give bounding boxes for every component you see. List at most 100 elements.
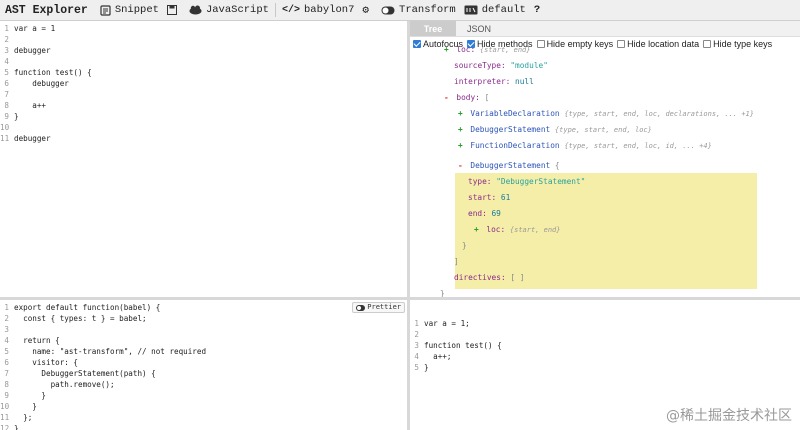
node-key: interpreter:	[454, 77, 511, 86]
code-line: 2 const { types: t } = babel;	[0, 313, 407, 324]
line-text: }	[14, 402, 37, 411]
node-bracket: }	[462, 241, 467, 250]
tree-node[interactable]: directives: [ ]	[454, 271, 524, 285]
transform-editor[interactable]: Prettier 1 export default function(babel)…	[0, 300, 407, 430]
line-text: var a = 1	[14, 24, 56, 33]
save-button[interactable]	[163, 0, 185, 21]
help-button[interactable]: ?	[530, 0, 544, 21]
line-number: 8	[4, 101, 9, 110]
expand-toggle[interactable]: +	[458, 109, 463, 118]
transformer-label: default	[481, 4, 526, 16]
line-number: 7	[4, 369, 9, 378]
code-line: 7 DebuggerStatement(path) {	[0, 368, 407, 379]
tree-node[interactable]: sourceType: "module"	[454, 59, 548, 73]
gear-icon: ⚙	[362, 5, 370, 17]
line-text: export default function(babel) {	[14, 303, 161, 312]
transform-toggle[interactable]: Transform	[377, 0, 460, 21]
expand-toggle[interactable]: -	[444, 93, 449, 102]
code-line: 2	[0, 34, 407, 45]
tree-node[interactable]: + FunctionDeclaration {type, start, end,…	[458, 139, 712, 153]
line-number: 1	[414, 319, 419, 328]
transformer-icon	[464, 5, 478, 15]
watermark: @稀土掘金技术社区	[666, 408, 792, 424]
toggle-icon	[356, 304, 366, 311]
snippet-menu[interactable]: Snippet	[96, 0, 163, 21]
checkbox[interactable]	[413, 40, 421, 48]
tree-node[interactable]: + DebuggerStatement {type, start, end, l…	[458, 123, 652, 137]
checkbox[interactable]	[703, 40, 712, 48]
parser-select[interactable]: </> babylon7	[278, 0, 358, 21]
node-bracket: {	[554, 161, 560, 170]
line-number: 6	[4, 358, 9, 367]
code-line: 5}	[410, 362, 800, 373]
tree-node[interactable]: + loc: {start, end}	[474, 223, 560, 237]
save-icon	[166, 5, 177, 15]
language-select[interactable]: JavaScript	[185, 0, 273, 21]
checkbox[interactable]	[617, 40, 626, 48]
source-editor[interactable]: 1 var a = 1 2 3 debugger 4 5 function test() {6…	[0, 21, 407, 297]
tree-node[interactable]: + VariableDeclaration {type, start, end,…	[458, 107, 754, 121]
tree-node[interactable]: end: 69	[468, 207, 501, 221]
tree-node[interactable]: - DebuggerStatement {	[458, 159, 560, 173]
option-label: Hide type keys	[713, 39, 773, 49]
toggle-icon	[381, 6, 395, 15]
tree-node[interactable]: type: "DebuggerStatement"	[468, 175, 585, 189]
expand-toggle[interactable]: +	[458, 141, 463, 150]
line-text: debugger	[14, 79, 69, 88]
tree-node[interactable]: interpreter: null	[454, 75, 534, 89]
line-text: debugger	[14, 134, 51, 143]
code-line: 10	[0, 122, 407, 133]
node-type: DebuggerStatement	[470, 161, 551, 170]
node-key: loc:	[486, 225, 506, 234]
code-line: 11 debugger	[0, 133, 407, 144]
node-summary: {type, start, end, loc, id, ... +4}	[564, 142, 712, 150]
parser-settings-button[interactable]: ⚙	[358, 0, 377, 21]
prettier-label: Prettier	[367, 303, 401, 311]
tree-node[interactable]: - body: [	[444, 91, 489, 105]
expand-toggle[interactable]: +	[474, 225, 479, 234]
line-text: }	[14, 391, 47, 400]
tree-node[interactable]: start: 61	[468, 191, 510, 205]
line-number: 7	[4, 90, 9, 99]
snippet-label: Snippet	[114, 4, 159, 16]
code-line: 8 a++	[0, 100, 407, 111]
node-string-value: "DebuggerStatement"	[496, 177, 586, 186]
transformer-select[interactable]: default	[460, 0, 530, 21]
expand-toggle[interactable]: -	[458, 161, 463, 170]
parser-label: babylon7	[303, 4, 355, 16]
language-label: JavaScript	[205, 4, 269, 16]
node-key: end:	[468, 209, 487, 218]
line-number: 10	[0, 123, 10, 132]
option-hide-location-data[interactable]: Hide location data	[617, 39, 699, 49]
expand-toggle[interactable]: +	[444, 45, 449, 54]
ast-panel: Tree JSON Autofocus Hide methods Hide empt…	[410, 21, 800, 297]
checkbox[interactable]	[536, 40, 545, 48]
option-hide-type-keys[interactable]: Hide type keys	[703, 39, 772, 49]
line-number: 5	[414, 363, 419, 372]
code-line: 12}	[0, 423, 407, 430]
line-text: }	[424, 363, 429, 372]
line-number: 10	[0, 402, 10, 411]
tree-node[interactable]: + loc: {start, end}	[444, 43, 530, 57]
output-editor[interactable]: 1 var a = 1; 2 3 function test() {4 a++; 5} @…	[410, 300, 800, 430]
line-text: DebuggerStatement(path) {	[14, 369, 156, 378]
help-label: ?	[533, 4, 541, 16]
tree-node[interactable]: ]	[454, 255, 459, 269]
code-line: 3 function test() {	[410, 340, 800, 351]
prettier-toggle[interactable]: Prettier	[352, 302, 405, 313]
expand-toggle[interactable]: +	[458, 125, 463, 134]
option-label: Hide empty keys	[546, 39, 614, 49]
node-summary: {type, start, end, loc}	[554, 126, 652, 134]
code-line: 4	[0, 56, 407, 67]
tab-tree[interactable]: Tree	[410, 21, 456, 36]
option-hide-empty-keys[interactable]: Hide empty keys	[536, 39, 614, 49]
node-type: FunctionDeclaration	[470, 141, 560, 150]
node-summary: {start, end}	[479, 46, 531, 54]
tab-json[interactable]: JSON	[456, 21, 502, 36]
node-bracket: ]	[454, 257, 459, 266]
tree-node[interactable]: }	[440, 287, 445, 297]
code-line: 9}	[0, 111, 407, 122]
option-label: Hide location data	[627, 39, 700, 49]
code-line: 5 name: "ast-transform", // not required	[0, 346, 407, 357]
tree-node[interactable]: }	[462, 239, 467, 253]
